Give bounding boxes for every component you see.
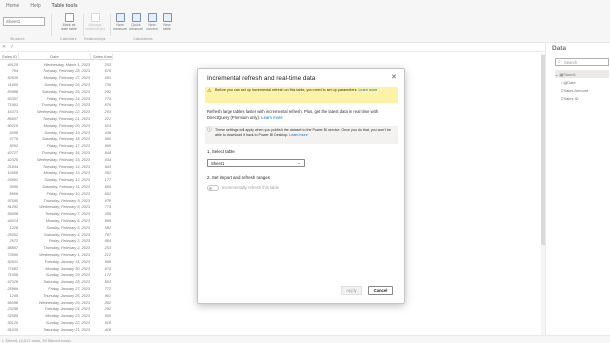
chevron-down-icon: ⌄ (297, 160, 301, 165)
close-icon[interactable]: ✕ (391, 73, 397, 81)
table-select[interactable]: Sheet1 ⌄ (207, 159, 305, 167)
info-learn-more-link[interactable]: Learn more (289, 133, 307, 137)
toggle-knob (209, 187, 212, 190)
info-icon: ⓘ (207, 127, 213, 133)
incremental-refresh-dialog: Incremental refresh and real-time data ✕… (197, 68, 405, 304)
dialog-description: Refresh large tables faster with increme… (207, 109, 379, 120)
warning-learn-more-link[interactable]: Learn more (359, 88, 378, 92)
cancel-button[interactable]: Cancel (368, 286, 393, 295)
ranges-label: 2. Set import and refresh ranges (207, 175, 270, 180)
warning-icon: ⚠ (207, 88, 212, 94)
description-learn-more-link[interactable]: Learn more (261, 115, 282, 120)
incremental-refresh-toggle[interactable] (207, 185, 219, 191)
warning-banner: ⚠ Before you can set up incremental refr… (205, 87, 398, 103)
info-banner: ⓘ These settings will apply when you pub… (205, 126, 398, 144)
dialog-title: Incremental refresh and real-time data (207, 75, 316, 82)
apply-button[interactable]: Apply (341, 286, 362, 295)
toggle-label: Incrementally refresh this table (222, 185, 280, 190)
select-table-label: 1. Select table (207, 149, 235, 154)
